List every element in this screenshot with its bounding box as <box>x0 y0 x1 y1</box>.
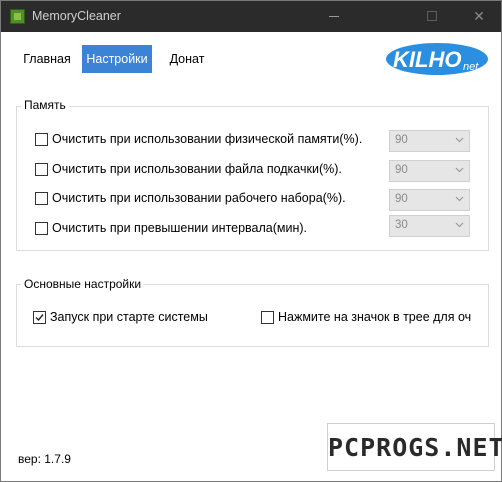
logo-text: KILHO <box>393 47 461 72</box>
option-label: Очистить при использовании физической па… <box>52 132 363 146</box>
chevron-down-icon <box>455 222 464 228</box>
minimize-icon <box>329 16 339 17</box>
checkmark-icon <box>35 314 44 322</box>
title-bar[interactable]: MemoryCleaner ✕ <box>1 1 501 32</box>
memory-group-title: Память <box>21 98 69 112</box>
checkbox[interactable] <box>35 133 48 146</box>
chevron-down-icon <box>455 196 464 202</box>
checkbox[interactable] <box>35 192 48 205</box>
window-title: MemoryCleaner <box>32 9 121 23</box>
working-set-select[interactable]: 90 <box>389 189 470 211</box>
close-icon: ✕ <box>473 8 485 24</box>
chevron-down-icon <box>455 167 464 173</box>
watermark: PCPROGS.NET <box>327 423 502 471</box>
tab-donate[interactable]: Донат <box>164 45 210 73</box>
tab-main[interactable]: Главная <box>18 45 76 73</box>
app-window: MemoryCleaner ✕ Главная Настройки Донат … <box>0 0 502 482</box>
physical-memory-select[interactable]: 90 <box>389 130 470 152</box>
maximize-button[interactable] <box>409 1 455 32</box>
select-value: 90 <box>395 134 408 146</box>
maximize-icon <box>427 11 437 21</box>
close-button[interactable]: ✕ <box>456 1 502 32</box>
option-label: Очистить при использовании файла подкачк… <box>52 162 342 176</box>
version-label: вер: 1.7.9 <box>18 452 71 466</box>
page-file-select[interactable]: 90 <box>389 160 470 182</box>
kilho-logo[interactable]: KILHO net <box>385 41 493 77</box>
option-tray-click[interactable]: Нажмите на значок в трее для очи <box>261 308 472 326</box>
checkbox-checked[interactable] <box>33 311 46 324</box>
minimize-button[interactable] <box>311 1 357 32</box>
option-label: Очистить при использовании рабочего набо… <box>52 191 346 205</box>
interval-select[interactable]: 30 <box>389 215 470 237</box>
logo-suffix: net <box>463 61 479 73</box>
select-value: 90 <box>395 193 408 205</box>
checkbox[interactable] <box>35 163 48 176</box>
option-label: Нажмите на значок в трее для очи <box>278 310 472 324</box>
select-value: 30 <box>395 219 408 231</box>
basic-settings-group-title: Основные настройки <box>21 277 145 291</box>
memory-chip-icon <box>10 9 25 24</box>
chevron-down-icon <box>455 137 464 143</box>
select-value: 90 <box>395 164 408 176</box>
checkbox[interactable] <box>261 311 274 324</box>
option-label: Очистить при превышении интервала(мин). <box>52 221 308 235</box>
option-label: Запуск при старте системы <box>50 310 208 324</box>
tab-settings[interactable]: Настройки <box>82 45 152 73</box>
checkbox[interactable] <box>35 222 48 235</box>
